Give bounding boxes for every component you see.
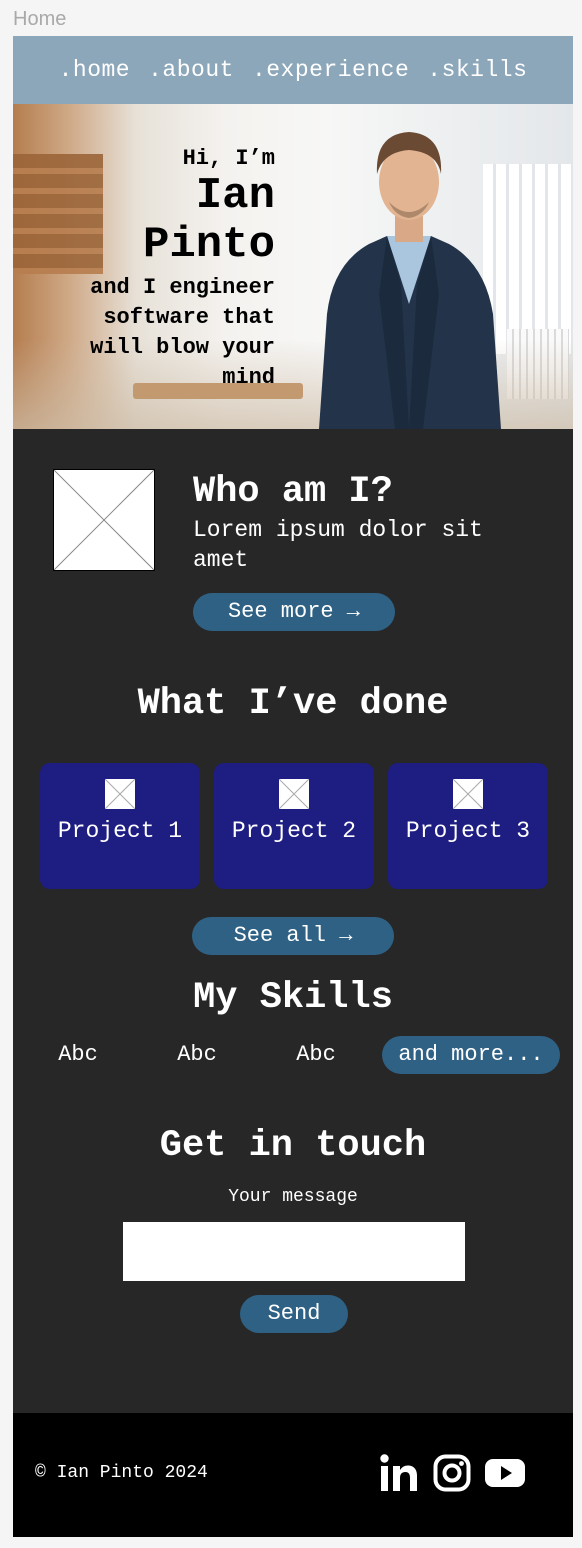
linkedin-icon[interactable] xyxy=(379,1453,419,1498)
project-card-3[interactable]: Project 3 xyxy=(388,763,548,889)
frame-label: Home xyxy=(13,8,67,30)
hero-portrait xyxy=(319,132,501,429)
message-label: Your message xyxy=(228,1187,358,1207)
nav-skills[interactable]: .skills xyxy=(427,57,527,83)
skill-item: Abc xyxy=(58,1042,98,1067)
image-placeholder-icon xyxy=(105,779,135,809)
contact-section: Get in touch Your message Send xyxy=(13,1095,573,1333)
about-text: Lorem ipsum dolor sit amet xyxy=(193,517,483,573)
copyright-text: © Ian Pinto 2024 xyxy=(35,1463,208,1483)
about-section: Who am I? Lorem ipsum dolor sit amet See… xyxy=(13,429,573,639)
top-nav: .home .about .experience .skills xyxy=(13,36,573,104)
project-card-1[interactable]: Project 1 xyxy=(40,763,200,889)
see-more-button[interactable]: See more → xyxy=(193,593,395,631)
hero-tagline: and I engineer software that will blow y… xyxy=(90,275,275,390)
image-placeholder-icon xyxy=(279,779,309,809)
portfolio-page: .home .about .experience .skills Hi, I’m… xyxy=(13,36,573,1537)
hero-name-first: Ian xyxy=(195,171,275,221)
social-links xyxy=(379,1453,525,1498)
about-image-placeholder xyxy=(53,469,155,571)
more-skills-button[interactable]: and more... xyxy=(382,1036,560,1074)
skills-section: My Skills Abc Abc Abc and more... xyxy=(13,955,573,1095)
skill-item: Abc xyxy=(177,1042,217,1067)
youtube-icon[interactable] xyxy=(485,1458,525,1493)
nav-home[interactable]: .home xyxy=(59,57,131,83)
see-all-button[interactable]: See all → xyxy=(192,917,394,955)
hero-intro: Hi, I’m Ian Pinto and I engineer softwar… xyxy=(45,146,275,393)
send-button[interactable]: Send xyxy=(240,1295,348,1333)
contact-title: Get in touch xyxy=(159,1125,427,1167)
project-list: Project 1 Project 2 Project 3 xyxy=(40,763,548,889)
projects-section: What I’ve done Project 1 Project 2 Proje… xyxy=(13,639,573,955)
hero-greeting: Hi, I’m xyxy=(182,146,275,171)
hero-banner: Hi, I’m Ian Pinto and I engineer softwar… xyxy=(13,104,573,429)
hero-name-last: Pinto xyxy=(142,220,275,270)
nav-experience[interactable]: .experience xyxy=(252,57,409,83)
footer: © Ian Pinto 2024 xyxy=(13,1413,573,1537)
about-title: Who am I? xyxy=(193,471,393,513)
nav-about[interactable]: .about xyxy=(148,57,234,83)
project-label: Project 2 xyxy=(231,818,357,844)
project-card-2[interactable]: Project 2 xyxy=(214,763,374,889)
project-label: Project 1 xyxy=(57,818,183,844)
project-label: Project 3 xyxy=(405,818,531,844)
skills-title: My Skills xyxy=(193,977,393,1019)
skill-item: Abc xyxy=(296,1042,336,1067)
projects-title: What I’ve done xyxy=(137,683,449,725)
instagram-icon[interactable] xyxy=(433,1454,471,1497)
image-placeholder-icon xyxy=(453,779,483,809)
message-input[interactable] xyxy=(123,1222,465,1281)
